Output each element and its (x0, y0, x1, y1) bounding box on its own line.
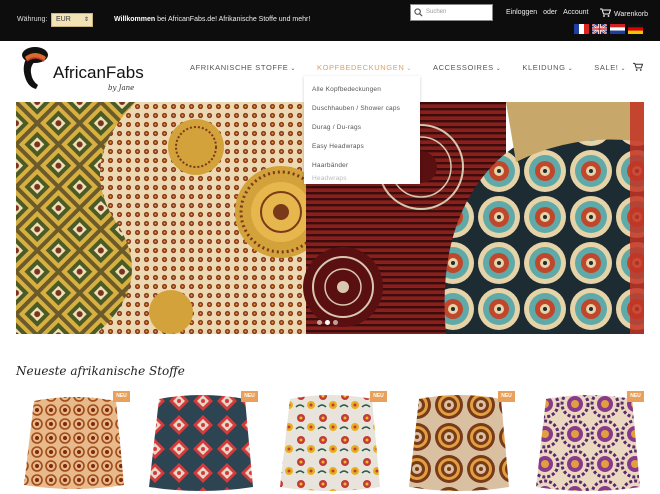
search-icon[interactable] (414, 8, 423, 17)
nav-label: KLEIDUNG (522, 63, 566, 72)
chevron-down-icon: ⌄ (495, 66, 502, 72)
top-bar: Währung: EUR ⇕ Willkommen bei AfricanFab… (0, 0, 660, 41)
dropdown-item[interactable]: Duschhauben / Shower caps (304, 99, 420, 118)
dropdown-item[interactable]: Easy Headwraps (304, 137, 420, 156)
account-links: Einloggen oder Account (506, 9, 594, 16)
section-title: Neueste afrikanische Stoffe (16, 364, 185, 378)
uk-flag[interactable] (592, 24, 607, 34)
main-nav: AFRIKANISCHE STOFFE ⌄ KOPFBEDECKUNGEN ⌄ AC… (190, 63, 647, 72)
nav-item-kleidung[interactable]: KLEIDUNG ⌄ (522, 63, 573, 72)
nav-item-kopfbedeckungen[interactable]: KOPFBEDECKUNGEN ⌄ (317, 63, 412, 72)
product-image[interactable] (401, 389, 516, 494)
login-link[interactable]: Einloggen (506, 9, 537, 16)
product-image[interactable] (143, 389, 258, 494)
dropdown-item[interactable]: Haarbänder (304, 156, 420, 175)
search-placeholder: Suchen (426, 9, 447, 15)
chevron-down-icon: ⌄ (290, 66, 296, 72)
welcome-message: Willkommen bei AfricanFabs.de! Afrikanis… (114, 16, 310, 23)
slider-dots (317, 320, 338, 325)
nav-label: AFRIKANISCHE STOFFE (190, 63, 289, 72)
dutch-flag[interactable] (610, 24, 625, 34)
slider-dot[interactable] (317, 320, 322, 325)
cart-link[interactable]: Warenkorb (600, 8, 648, 18)
nav-item-sale[interactable]: SALE! ⌄ (594, 63, 626, 72)
chevron-down-icon: ⌄ (620, 66, 627, 72)
german-flag[interactable] (628, 24, 643, 34)
new-badge: NEU (370, 391, 387, 402)
or-text: oder (543, 9, 558, 16)
nav-label: ACCESSOIRES (433, 63, 494, 72)
product-image[interactable] (16, 389, 131, 494)
africanfabs-logo[interactable]: AfricanFabs by Jane (16, 45, 146, 97)
currency-label: Währung: (17, 16, 48, 23)
chevron-down-icon: ⌄ (406, 66, 412, 72)
nav-label: KOPFBEDECKUNGEN (317, 63, 405, 72)
cart-label: Warenkorb (614, 11, 648, 18)
new-badge: NEU (241, 391, 258, 402)
nav-item-afrikanische-stoffe[interactable]: AFRIKANISCHE STOFFE ⌄ (190, 63, 296, 72)
dropdown-item[interactable]: Headwraps (304, 175, 420, 183)
new-badge: NEU (627, 391, 644, 402)
new-badge: NEU (113, 391, 130, 402)
welcome-text: bei AfricanFabs.de! Afrikanische Stoffe … (155, 16, 311, 23)
nav-label: SALE! (594, 63, 619, 72)
logo-text: AfricanFabs (53, 63, 144, 82)
product-image[interactable] (272, 389, 387, 494)
currency-select[interactable]: EUR ⇕ (51, 13, 93, 27)
new-badge: NEU (498, 391, 515, 402)
french-flag[interactable] (574, 24, 589, 34)
language-flags (574, 24, 643, 34)
chevron-updown-icon: ⇕ (83, 17, 89, 23)
cart-icon[interactable] (633, 62, 643, 72)
account-link[interactable]: Account (563, 9, 588, 16)
currency-value: EUR (56, 16, 71, 23)
product-image[interactable] (530, 389, 645, 494)
dropdown-item[interactable]: Alle Kopfbedeckungen (304, 80, 420, 99)
dropdown-item[interactable]: Durag / Du-rags (304, 118, 420, 137)
chevron-down-icon: ⌄ (567, 66, 574, 72)
logo-tagline: by Jane (108, 84, 134, 92)
nav-item-accessoires[interactable]: ACCESSOIRES ⌄ (433, 63, 501, 72)
cart-icon (600, 8, 612, 17)
welcome-bold: Willkommen (114, 16, 156, 23)
slider-dot[interactable] (333, 320, 338, 325)
slider-dot-active[interactable] (325, 320, 330, 325)
search-input[interactable]: Suchen (410, 4, 493, 21)
kopfbedeckungen-dropdown: Alle Kopfbedeckungen Duschhauben / Showe… (304, 76, 420, 184)
